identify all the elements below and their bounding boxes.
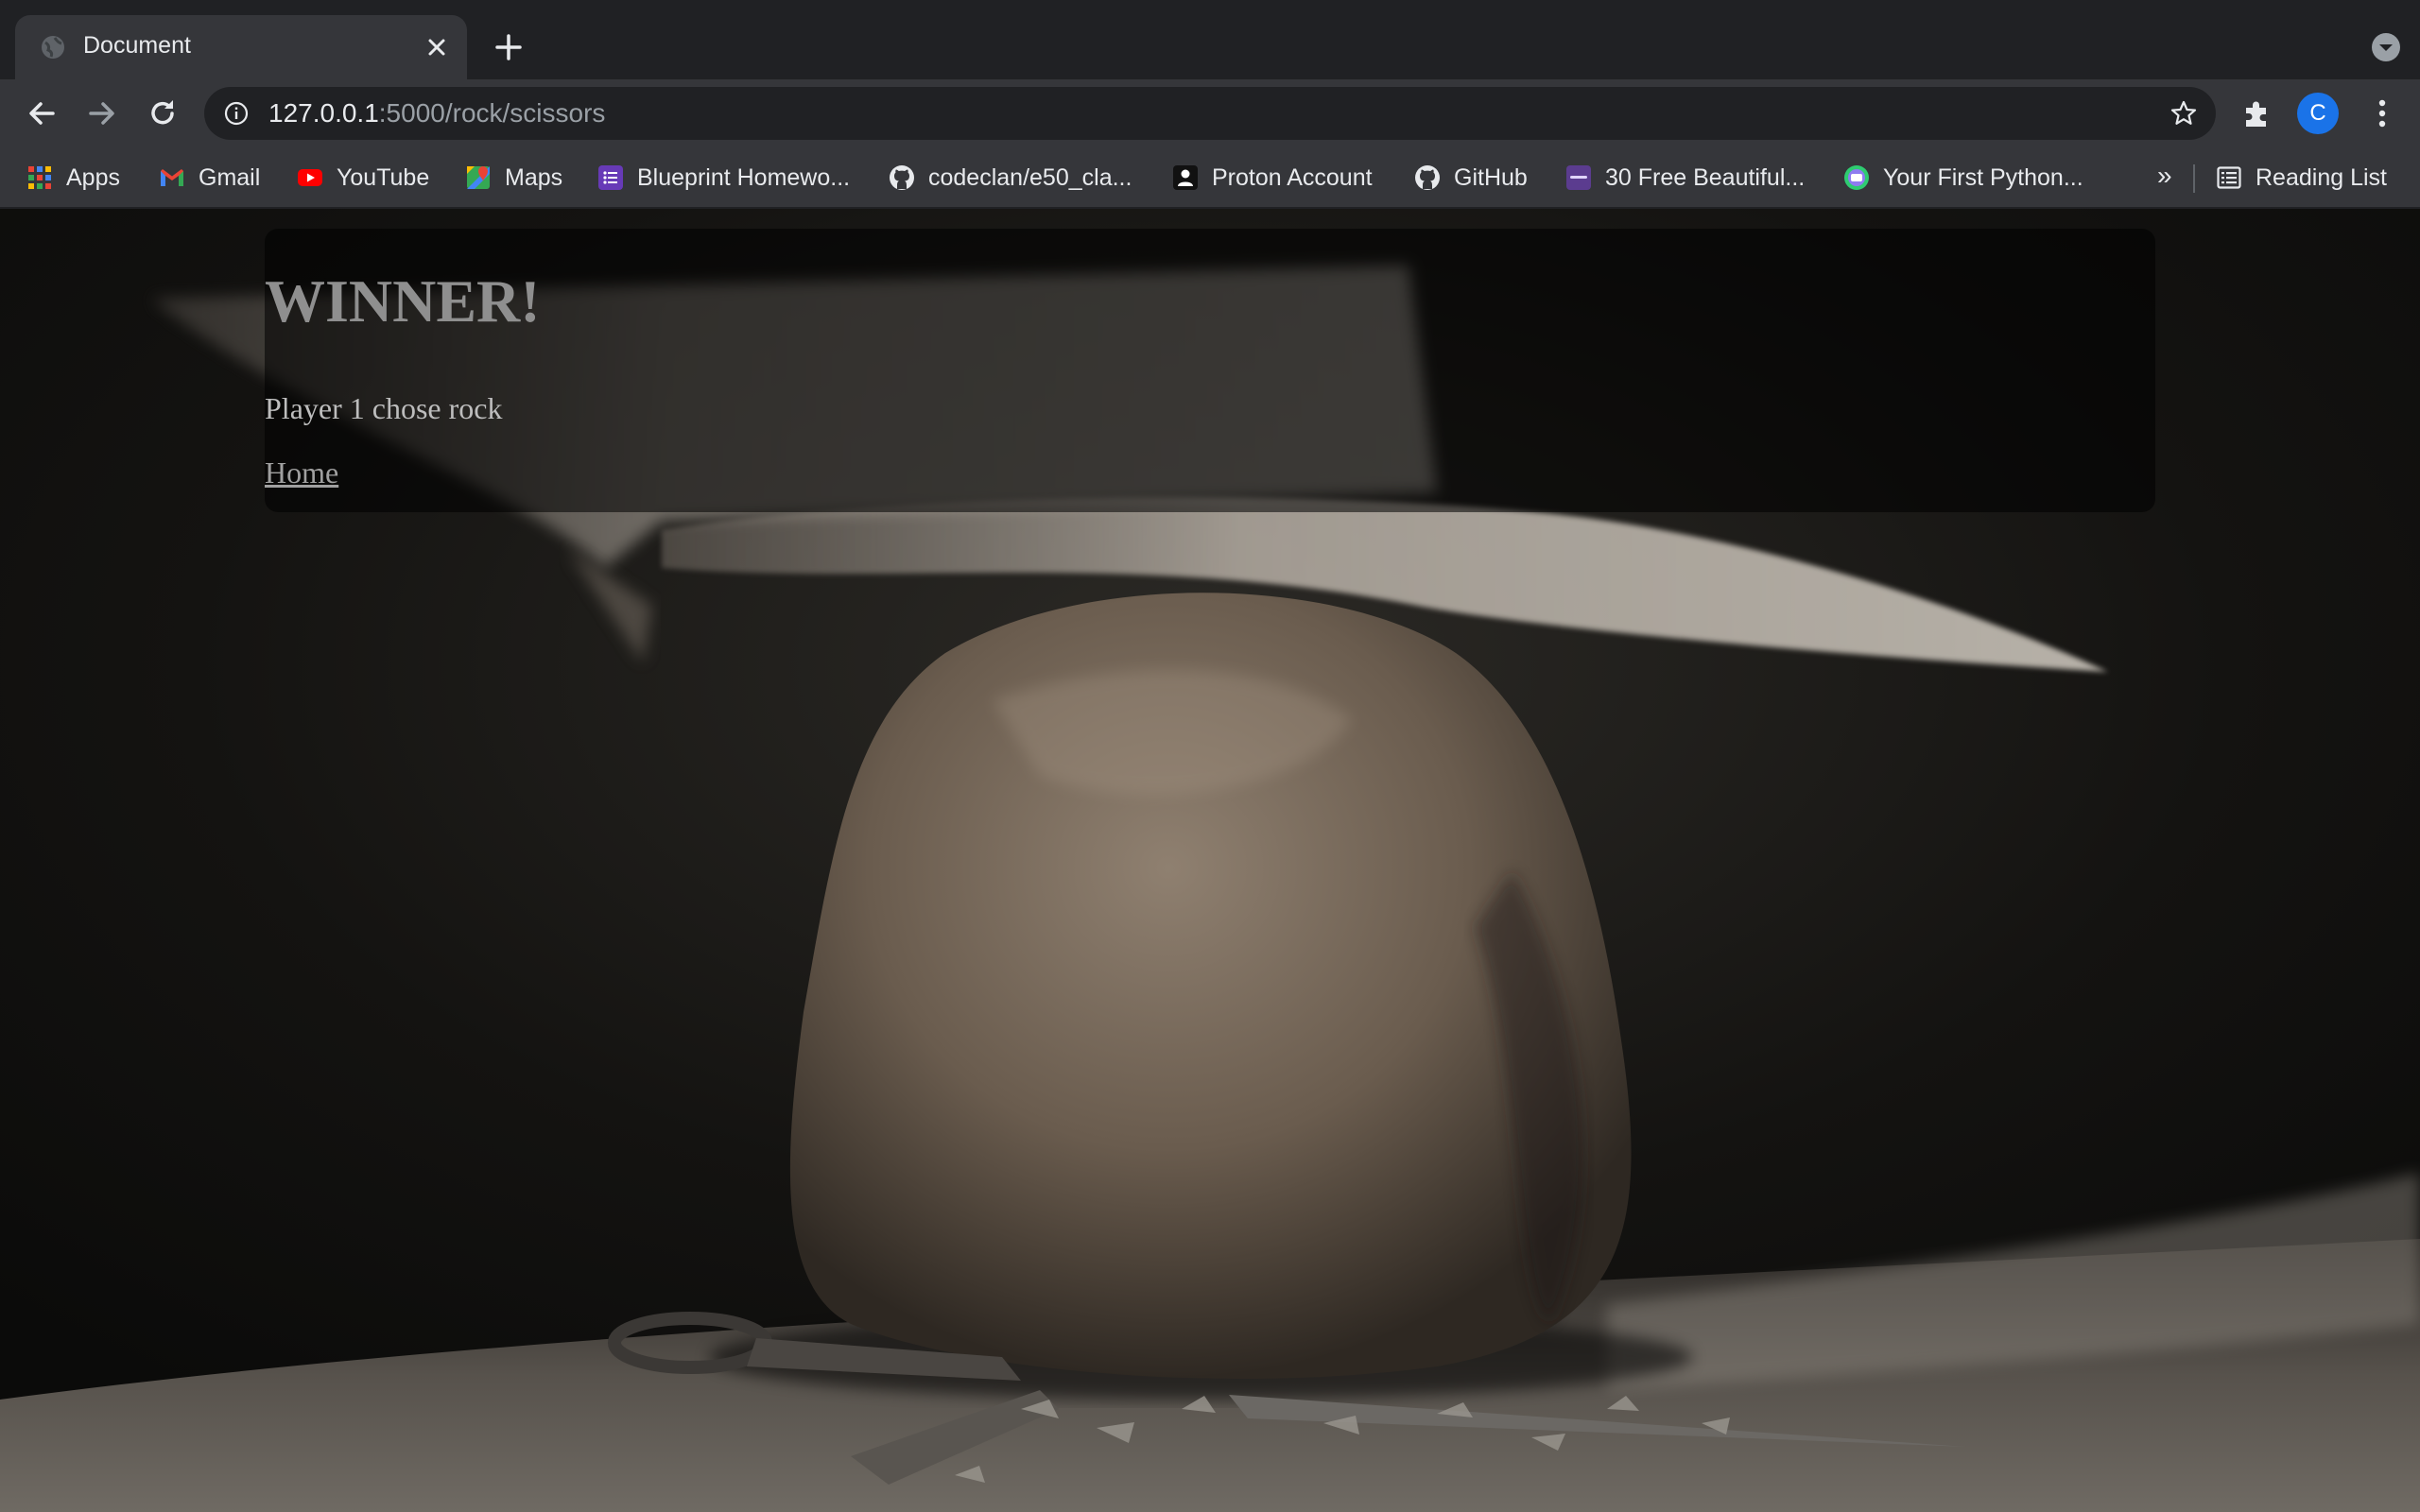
home-link[interactable]: Home — [265, 455, 338, 490]
bookmark-30-free[interactable]: 30 Free Beautiful... — [1565, 159, 1805, 197]
list-icon — [598, 165, 623, 190]
bookmark-proton[interactable]: Proton Account — [1172, 159, 1373, 197]
github-icon — [890, 165, 914, 190]
reading-list-icon — [2217, 166, 2241, 189]
active-tab[interactable]: Document — [15, 15, 467, 79]
result-text: Player 1 chose rock — [265, 391, 503, 425]
bookmark-maps[interactable]: Maps — [465, 159, 562, 197]
profile-avatar[interactable]: C — [2297, 93, 2339, 134]
proton-icon — [1173, 165, 1198, 190]
browser-toolbar: 127.0.0.1:5000/rock/scissors C — [0, 79, 2420, 147]
bookmark-youtube[interactable]: YouTube — [297, 159, 429, 197]
gmail-icon — [161, 169, 183, 186]
site-info-icon[interactable] — [223, 100, 250, 127]
url-text[interactable]: 127.0.0.1:5000/rock/scissors — [268, 98, 605, 129]
maps-icon — [467, 166, 490, 189]
bookmark-github[interactable]: GitHub — [1414, 159, 1528, 197]
bookmark-star-icon[interactable] — [2169, 98, 2199, 129]
globe-icon — [42, 36, 64, 59]
address-bar[interactable]: 127.0.0.1:5000/rock/scissors — [204, 87, 2216, 140]
bookmark-first-python[interactable]: Your First Python... — [1843, 159, 2083, 197]
tab-title: Document — [83, 32, 191, 59]
bookmarks-divider — [2193, 164, 2195, 193]
back-arrow-icon[interactable] — [21, 93, 62, 134]
bookmark-blueprint[interactable]: Blueprint Homewo... — [597, 159, 850, 197]
page-title: WINNER! — [265, 267, 541, 335]
apps-grid-icon — [28, 166, 51, 189]
more-bookmarks-chevron[interactable]: » — [2157, 161, 2172, 191]
new-tab-plus-icon[interactable] — [490, 28, 527, 66]
reload-icon[interactable] — [142, 93, 183, 134]
url-host: 127.0.0.1 — [268, 98, 379, 128]
bookmark-apps[interactable]: Apps — [26, 159, 120, 197]
page-viewport: WINNER! Player 1 chose rock Home — [0, 209, 2420, 1512]
url-path: :5000/rock/scissors — [378, 98, 606, 128]
youtube-icon — [298, 169, 322, 186]
extensions-puzzle-icon[interactable] — [2240, 96, 2274, 130]
bookmarks-bar: Apps Gmail YouTube Maps Blueprint Homewo… — [0, 147, 2420, 208]
forward-arrow-icon[interactable] — [81, 93, 123, 134]
tab-search-chevron-icon[interactable] — [2369, 30, 2403, 64]
colorlib-icon — [1566, 165, 1591, 190]
python-course-icon — [1844, 165, 1869, 190]
result-card: WINNER! Player 1 chose rock Home — [265, 229, 2155, 512]
bookmark-gmail[interactable]: Gmail — [159, 159, 260, 197]
reading-list-button[interactable]: Reading List — [2216, 159, 2387, 197]
github-icon — [1415, 165, 1440, 190]
bookmark-codeclan[interactable]: codeclan/e50_cla... — [889, 159, 1132, 197]
kebab-menu-icon[interactable] — [2363, 94, 2401, 132]
tab-strip: Document — [0, 0, 2420, 79]
close-icon[interactable] — [420, 30, 454, 64]
